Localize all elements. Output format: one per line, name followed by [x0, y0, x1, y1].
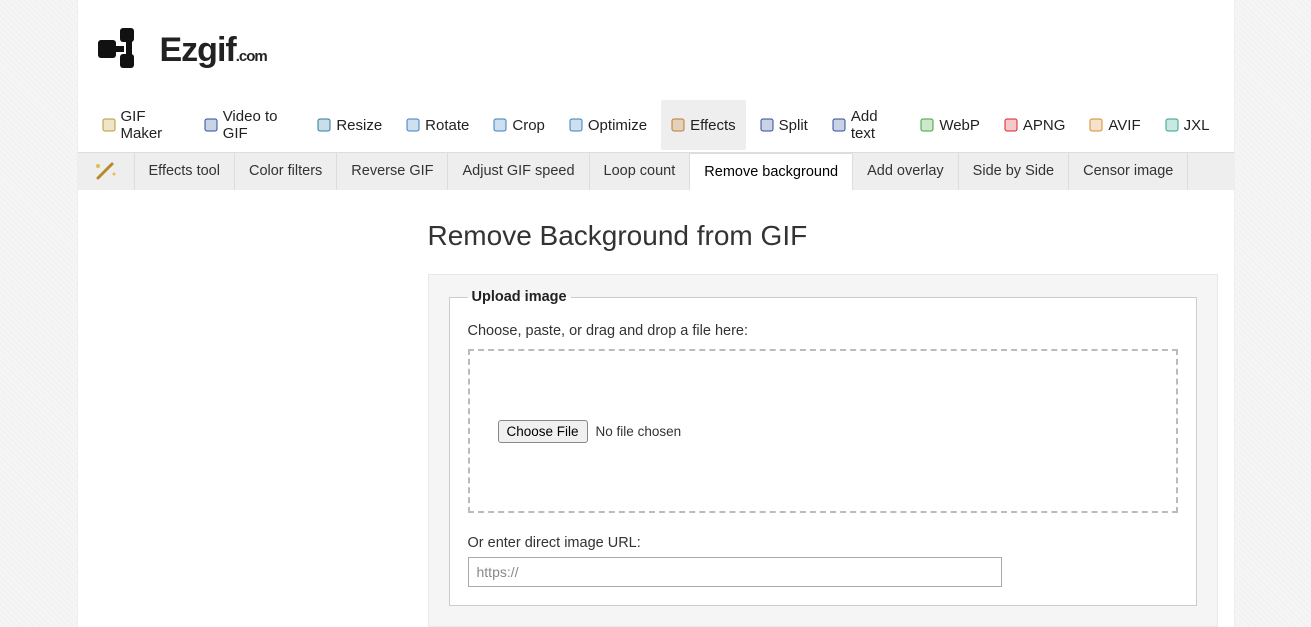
sub-nav-tab[interactable]: Reverse GIF [337, 153, 448, 190]
nav-icon [406, 118, 420, 132]
logo-mark-icon [98, 28, 152, 72]
image-url-input[interactable] [468, 557, 1002, 587]
nav-label: Effects [690, 117, 736, 134]
nav-icon [920, 118, 934, 132]
nav-icon [102, 118, 116, 132]
nav-icon [1165, 118, 1179, 132]
nav-label: Optimize [588, 117, 647, 134]
nav-icon [671, 118, 685, 132]
nav-icon [832, 118, 846, 132]
nav-icon [317, 118, 331, 132]
primary-nav-item[interactable]: Resize [307, 100, 392, 150]
page-title: Remove Background from GIF [428, 220, 1234, 252]
choose-file-button[interactable]: Choose File [498, 420, 588, 443]
sub-nav-tab[interactable]: Effects tool [134, 153, 235, 190]
nav-label: AVIF [1108, 117, 1140, 134]
upload-legend: Upload image [468, 289, 571, 305]
logo-text: Ezgif.com [160, 31, 267, 70]
nav-label: APNG [1023, 117, 1066, 134]
primary-nav-item[interactable]: GIF Maker [92, 100, 190, 150]
nav-label: GIF Maker [121, 108, 180, 142]
sub-nav-tab[interactable]: Censor image [1069, 153, 1188, 190]
sub-nav-tab[interactable]: Remove background [690, 153, 853, 190]
nav-icon [760, 118, 774, 132]
nav-label: Split [779, 117, 808, 134]
primary-nav-item[interactable]: Video to GIF [194, 100, 304, 150]
primary-nav-item[interactable]: Split [750, 100, 818, 150]
nav-icon [569, 118, 583, 132]
nav-label: Add text [851, 108, 896, 142]
nav-icon [1004, 118, 1018, 132]
primary-nav-item[interactable]: Optimize [559, 100, 657, 150]
primary-nav-item[interactable]: Crop [483, 100, 555, 150]
primary-nav-item[interactable]: Add text [822, 100, 906, 150]
nav-label: Rotate [425, 117, 469, 134]
primary-nav-item[interactable]: AVIF [1079, 100, 1150, 150]
nav-icon [204, 118, 218, 132]
sub-nav-tab[interactable]: Add overlay [853, 153, 959, 190]
primary-nav-item[interactable]: Rotate [396, 100, 479, 150]
file-dropzone[interactable]: Choose File No file chosen [468, 349, 1178, 513]
nav-label: Video to GIF [223, 108, 294, 142]
file-instructions: Choose, paste, or drag and drop a file h… [468, 323, 1178, 339]
nav-label: Crop [512, 117, 545, 134]
sub-nav-tab[interactable]: Color filters [235, 153, 337, 190]
primary-nav-item[interactable]: APNG [994, 100, 1076, 150]
nav-icon [493, 118, 507, 132]
nav-icon [1089, 118, 1103, 132]
upload-fieldset: Upload image Choose, paste, or drag and … [449, 289, 1197, 606]
sub-nav-tab[interactable]: Loop count [590, 153, 691, 190]
nav-label: JXL [1184, 117, 1210, 134]
upload-panel: Upload image Choose, paste, or drag and … [428, 274, 1218, 627]
wand-icon [78, 154, 134, 190]
sub-nav-tab[interactable]: Side by Side [959, 153, 1069, 190]
nav-label: WebP [939, 117, 980, 134]
primary-nav-item[interactable]: Effects [661, 100, 746, 150]
url-label: Or enter direct image URL: [468, 535, 1178, 551]
sub-nav-tab[interactable]: Adjust GIF speed [448, 153, 589, 190]
sub-nav: Effects toolColor filtersReverse GIFAdju… [78, 152, 1234, 190]
primary-nav-item[interactable]: WebP [910, 100, 990, 150]
site-logo[interactable]: Ezgif.com [98, 28, 267, 72]
nav-label: Resize [336, 117, 382, 134]
file-status-text: No file chosen [596, 424, 682, 439]
primary-nav-item[interactable]: JXL [1155, 100, 1220, 150]
primary-nav: GIF Maker Video to GIF Resize Rotate Crop Opt… [78, 100, 1234, 150]
